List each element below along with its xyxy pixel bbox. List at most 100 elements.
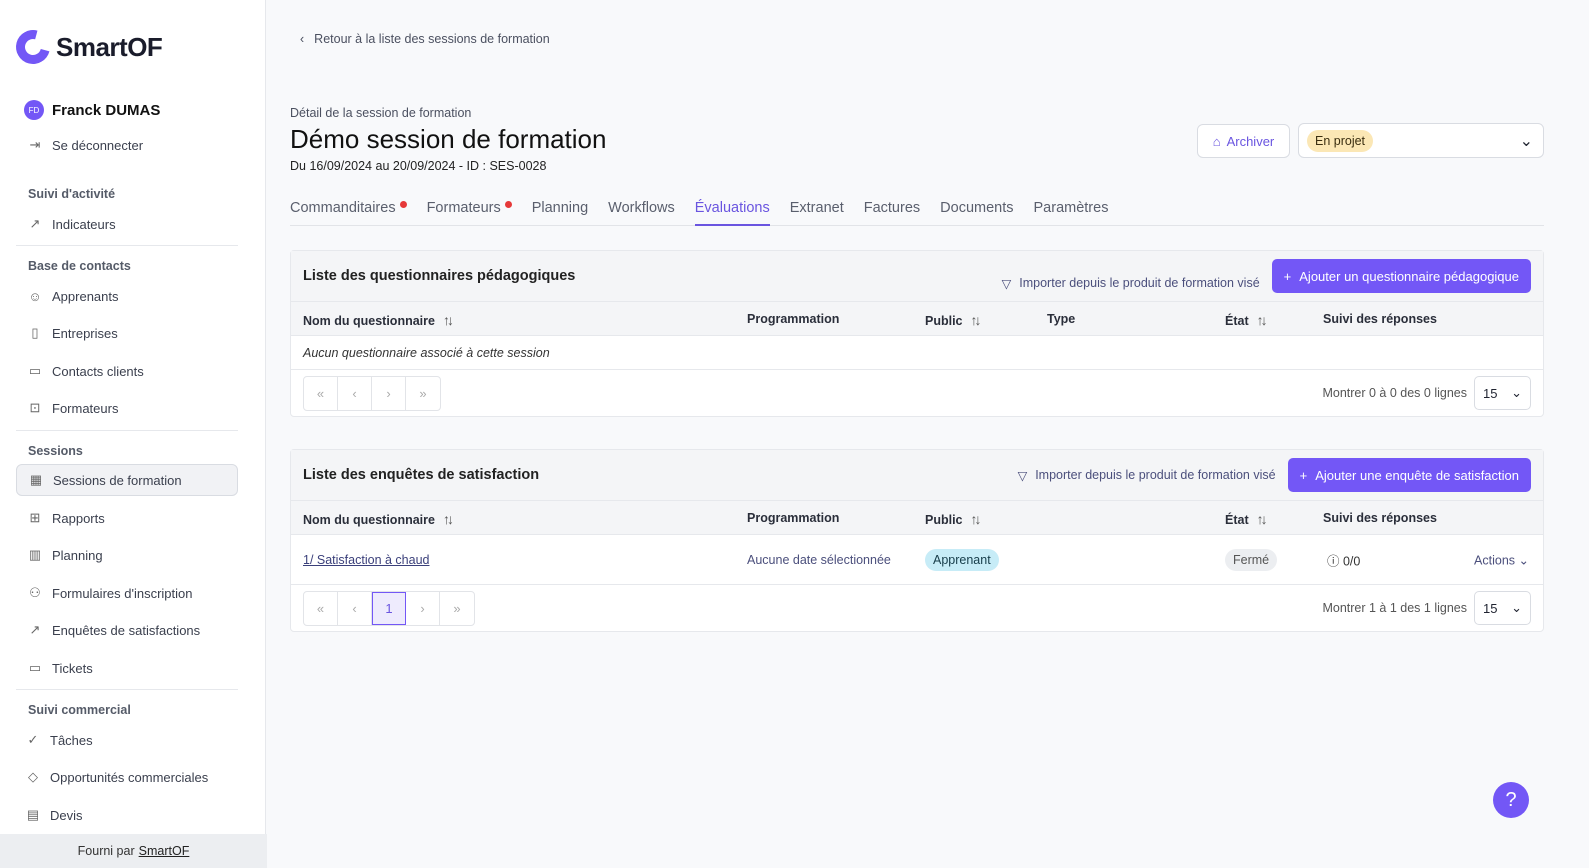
page-size-select[interactable]: 15 ⌄ (1474, 591, 1531, 625)
sort-icon: ↑↓ (970, 312, 982, 328)
pagination: «‹ 1 ›» Montrer 1 à 1 des 1 lignes 15 ⌄ (291, 585, 1543, 631)
check-circle-icon: ✓ (27, 732, 39, 747)
divider (16, 245, 238, 246)
add-questionnaire-button[interactable]: + Ajouter un questionnaire pédagogique (1271, 259, 1531, 293)
col-nom[interactable]: Nom du questionnaire ↑↓ (303, 511, 454, 527)
pedago-card: Liste des questionnaires pédagogiques ▽ I… (290, 250, 1544, 417)
tab-workflows[interactable]: Workflows (608, 200, 675, 226)
import-label: Importer depuis le produit de formation … (1019, 276, 1260, 290)
filter-icon: ▽ (1001, 276, 1012, 291)
page-button-current[interactable]: 1 (372, 592, 406, 625)
prev-page-button[interactable]: ‹ (338, 377, 372, 410)
col-etat[interactable]: État ↑↓ (1225, 312, 1268, 328)
etat-badge: Fermé (1225, 548, 1278, 571)
sidebar-item-rapports[interactable]: ⊞ Rapports (16, 502, 238, 534)
col-label: Nom du questionnaire (303, 513, 435, 527)
col-etat[interactable]: État ↑↓ (1225, 511, 1268, 527)
tab-evaluations[interactable]: Évaluations (694, 200, 770, 226)
document-icon: ▤ (26, 807, 40, 822)
col-suivi: Suivi des réponses (1323, 511, 1437, 525)
footer-text: Fourni par (77, 844, 135, 858)
add-enquete-button[interactable]: + Ajouter une enquête de satisfaction (1287, 458, 1531, 492)
sidebar-item-devis[interactable]: ▤ Devis (16, 799, 238, 831)
sidebar-item-enquetes[interactable]: ↗ Enquêtes de satisfactions (16, 614, 238, 646)
last-page-button[interactable]: » (440, 592, 474, 625)
briefcase-icon: ⊡ (29, 400, 41, 415)
sidebar-item-label: Rapports (52, 510, 105, 526)
col-nom[interactable]: Nom du questionnaire ↑↓ (303, 312, 454, 328)
next-page-button[interactable]: › (406, 592, 440, 625)
table-header: Nom du questionnaire ↑↓ Programmation Pub… (291, 301, 1543, 336)
divider (16, 689, 238, 690)
col-label: Public (925, 513, 963, 527)
public-badge: Apprenant (925, 548, 999, 571)
sidebar-item-indicateurs[interactable]: ↗ Indicateurs (16, 208, 238, 240)
back-link[interactable]: ‹ Retour à la liste des sessions de forma… (300, 32, 550, 46)
questionnaire-link[interactable]: 1/ Satisfaction à chaud (303, 553, 429, 567)
help-button[interactable]: ? (1493, 782, 1529, 818)
tab-factures[interactable]: Factures (864, 200, 920, 226)
tab-extranet[interactable]: Extranet (790, 200, 844, 226)
sidebar-item-label: Formateurs (52, 400, 119, 416)
import-button[interactable]: ▽ Importer depuis le produit de formation… (1018, 468, 1276, 483)
tab-planning[interactable]: Planning (532, 200, 588, 226)
logo[interactable]: SmartOF (9, 23, 163, 71)
tag-icon: ◇ (28, 769, 38, 784)
page-size-select[interactable]: 15 ⌄ (1474, 376, 1531, 410)
import-label: Importer depuis le produit de formation … (1035, 468, 1276, 482)
tab-label: Formateurs (426, 200, 501, 216)
footer-link[interactable]: SmartOF (139, 844, 190, 858)
sort-icon: ↑↓ (1256, 312, 1268, 328)
col-public[interactable]: Public ↑↓ (925, 511, 982, 527)
building-icon: ▯ (31, 325, 39, 340)
sidebar-item-formulaires[interactable]: ⚇ Formulaires d'inscription (16, 577, 238, 609)
import-button[interactable]: ▽ Importer depuis le produit de formation… (1002, 276, 1260, 291)
status-select[interactable]: En projet ⌄ (1298, 123, 1544, 158)
info-icon: ⓘ (1327, 554, 1343, 568)
ticket-icon: ▭ (28, 660, 42, 675)
card-title: Liste des enquêtes de satisfaction (303, 467, 540, 483)
sidebar-item-formateurs[interactable]: ⊡ Formateurs (16, 392, 238, 424)
plus-icon: + (1283, 268, 1292, 284)
sidebar-item-taches[interactable]: ✓ Tâches (16, 724, 238, 756)
chevron-down-icon: ⌄ (1511, 385, 1522, 400)
notification-dot (399, 201, 407, 208)
tab-commanditaires[interactable]: Commanditaires (290, 200, 407, 226)
tab-parametres[interactable]: Paramètres (1034, 200, 1109, 226)
sidebar-item-contacts-clients[interactable]: ▭ Contacts clients (16, 355, 238, 387)
first-page-button[interactable]: « (304, 592, 338, 625)
sidebar-item-opportunites[interactable]: ◇ Opportunités commerciales (16, 761, 238, 793)
tab-documents[interactable]: Documents (940, 200, 1013, 226)
col-label: État (1225, 513, 1249, 527)
sidebar-item-tickets[interactable]: ▭ Tickets (16, 652, 238, 684)
sidebar-item-label: Contacts clients (52, 363, 144, 379)
archive-button[interactable]: ⌂ Archiver (1197, 124, 1290, 158)
contact-card-icon: ▭ (28, 363, 42, 378)
tab-formateurs[interactable]: Formateurs (427, 200, 512, 226)
section-contacts: Base de contacts (28, 259, 131, 273)
add-label: Ajouter une enquête de satisfaction (1315, 467, 1519, 483)
last-page-button[interactable]: » (406, 377, 440, 410)
empty-message: Aucun questionnaire associé à cette sess… (303, 345, 550, 360)
logo-icon (9, 23, 57, 71)
user-name: Franck DUMAS (52, 101, 161, 119)
actions-dropdown[interactable]: Actions ⌄ (1474, 552, 1529, 567)
col-public[interactable]: Public ↑↓ (925, 312, 982, 328)
logout-icon: ⇥ (29, 137, 41, 152)
prev-page-button[interactable]: ‹ (338, 592, 372, 625)
user-add-icon: ⚇ (29, 585, 41, 600)
sidebar-item-apprenants[interactable]: ☺ Apprenants (16, 280, 238, 312)
next-page-button[interactable]: › (372, 377, 406, 410)
sidebar-item-planning[interactable]: ▥ Planning (16, 539, 238, 571)
first-page-button[interactable]: « (304, 377, 338, 410)
tab-label: Commanditaires (290, 200, 396, 216)
logout-button[interactable]: ⇥ Se déconnecter (16, 129, 238, 161)
sort-icon: ↑↓ (970, 511, 982, 527)
chevron-down-icon: ⌄ (1511, 600, 1522, 615)
sidebar-item-entreprises[interactable]: ▯ Entreprises (16, 317, 238, 349)
programmation-value: Aucune date sélectionnée (747, 552, 891, 567)
col-programmation: Programmation (747, 511, 840, 525)
add-label: Ajouter un questionnaire pédagogique (1299, 268, 1519, 284)
sidebar-item-sessions-de-formation[interactable]: ▦ Sessions de formation (16, 464, 238, 496)
pagination: «‹ ›» Montrer 0 à 0 des 0 lignes 15 ⌄ (291, 370, 1543, 416)
